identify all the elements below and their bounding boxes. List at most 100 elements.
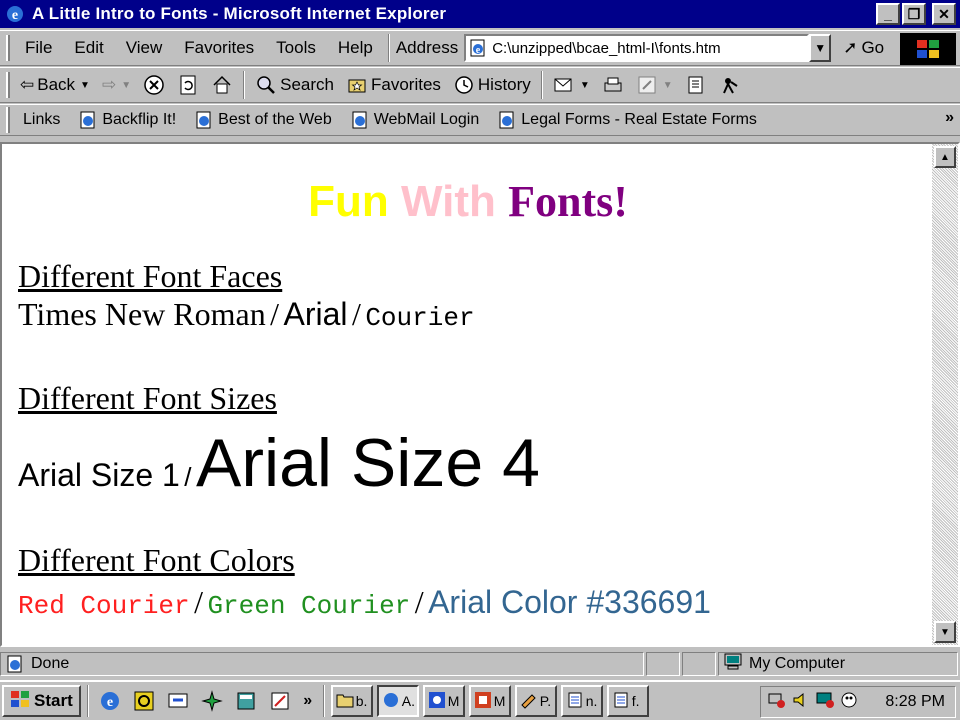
system-tray: 8:28 PM xyxy=(760,686,956,718)
minimize-button[interactable]: _ xyxy=(876,3,900,25)
svg-text:e: e xyxy=(476,45,481,56)
scroll-up-button[interactable]: ▲ xyxy=(934,146,956,168)
task-button-p[interactable]: P. xyxy=(514,685,557,717)
link-label: Backflip It! xyxy=(102,111,177,128)
menu-favorites[interactable]: Favorites xyxy=(173,38,265,58)
windows-flag-icon xyxy=(10,690,30,713)
notepad-icon xyxy=(566,691,584,712)
channel-quicklaunch-icon[interactable] xyxy=(199,688,225,714)
back-dropdown-icon[interactable]: ▼ xyxy=(80,80,90,91)
separator xyxy=(322,685,325,717)
link-label: Best of the Web xyxy=(218,111,332,128)
start-button[interactable]: Start xyxy=(2,685,81,717)
task-label: A. xyxy=(401,693,415,709)
section-title-sizes: Different Font Sizes xyxy=(18,380,277,416)
my-computer-icon xyxy=(723,653,743,676)
calculator-quicklaunch-icon[interactable] xyxy=(233,688,259,714)
back-label: Back xyxy=(37,75,76,94)
separator xyxy=(387,34,390,62)
clock[interactable]: 8:28 PM xyxy=(885,693,945,711)
address-dropdown-button[interactable]: ▼ xyxy=(809,34,832,62)
chevron-right-icon[interactable]: » xyxy=(945,109,954,127)
desktop-quicklaunch-icon[interactable] xyxy=(165,688,191,714)
menu-edit[interactable]: Edit xyxy=(63,38,114,58)
task-button-folder[interactable]: b. xyxy=(330,685,373,717)
menu-view[interactable]: View xyxy=(115,38,174,58)
start-label: Start xyxy=(34,691,73,710)
discuss-button[interactable] xyxy=(679,74,713,96)
links-label[interactable]: Links xyxy=(14,111,69,129)
toolbar-grip[interactable] xyxy=(6,35,10,61)
page-viewport: Fun With Fonts! Different Font Faces Tim… xyxy=(0,142,960,647)
windows-logo-icon xyxy=(900,33,956,65)
back-button[interactable]: ⇦ Back ▼ xyxy=(14,75,96,95)
window-controls: _ ❐ ✕ xyxy=(876,3,956,25)
forward-button[interactable]: ⇨ ▼ xyxy=(96,75,137,95)
menu-bar: File Edit View Favorites Tools Help Addr… xyxy=(0,30,960,66)
vertical-scrollbar[interactable]: ▲ ▼ xyxy=(932,144,958,645)
link-best-of-web[interactable]: Best of the Web xyxy=(185,110,341,130)
close-button[interactable]: ✕ xyxy=(932,3,956,25)
ie-icon xyxy=(382,691,400,712)
menu-tools[interactable]: Tools xyxy=(265,38,327,58)
ie-quicklaunch-icon[interactable]: e xyxy=(97,688,123,714)
home-button[interactable] xyxy=(205,74,239,96)
search-icon xyxy=(257,76,275,94)
stop-button[interactable] xyxy=(137,74,171,96)
forward-dropdown-icon[interactable]: ▼ xyxy=(121,80,131,91)
go-label: Go xyxy=(861,38,885,57)
address-label: Address xyxy=(395,38,459,57)
link-backflip[interactable]: Backflip It! xyxy=(69,110,185,130)
link-legal-forms[interactable]: Legal Forms - Real Estate Forms xyxy=(488,110,766,130)
mail-dropdown-icon[interactable]: ▼ xyxy=(580,80,590,91)
task-button-f[interactable]: f. xyxy=(606,685,649,717)
task-button-m1[interactable]: M xyxy=(422,685,465,717)
slash: / xyxy=(184,462,192,492)
refresh-button[interactable] xyxy=(171,74,205,96)
edit-button[interactable]: ▼ xyxy=(630,74,679,96)
task-button-m2[interactable]: M xyxy=(468,685,511,717)
search-button[interactable]: Search xyxy=(249,74,340,96)
title-bar[interactable]: e A Little Intro to Fonts - Microsoft In… xyxy=(0,0,960,28)
favorites-button[interactable]: Favorites xyxy=(340,74,447,96)
agent-tray-icon[interactable] xyxy=(839,690,859,715)
task-label: P. xyxy=(539,693,552,709)
forward-arrow-icon: ⇨ xyxy=(101,75,117,94)
font-colors-row: Red Courier / Green Courier / Arial Colo… xyxy=(18,584,711,621)
notepad-quicklaunch-icon[interactable] xyxy=(267,688,293,714)
sample-times: Times New Roman xyxy=(18,296,266,332)
menu-help[interactable]: Help xyxy=(327,38,384,58)
menu-file[interactable]: File xyxy=(14,38,63,58)
heading-with: With xyxy=(400,177,496,226)
sample-size-4: Arial Size 4 xyxy=(195,425,540,501)
network-tray-icon[interactable] xyxy=(767,690,787,715)
maximize-button[interactable]: ❐ xyxy=(902,3,926,25)
volume-tray-icon[interactable] xyxy=(791,690,811,715)
home-icon xyxy=(213,75,231,94)
history-button[interactable]: History xyxy=(447,74,537,96)
slash: / xyxy=(270,296,280,332)
monitor-tray-icon[interactable] xyxy=(815,690,835,715)
history-label: History xyxy=(477,75,531,94)
toolbar-grip[interactable] xyxy=(6,72,10,98)
powerpoint-icon xyxy=(474,691,492,712)
task-button-ie[interactable]: A. xyxy=(376,685,419,717)
task-label: b. xyxy=(355,693,368,709)
sample-size-1: Arial Size 1 xyxy=(18,457,180,493)
heading-fun: Fun xyxy=(308,177,389,226)
messenger-button[interactable] xyxy=(713,74,747,96)
quicklaunch-more-icon[interactable]: » xyxy=(301,688,315,714)
task-button-n[interactable]: n. xyxy=(560,685,603,717)
mail-button[interactable]: ▼ xyxy=(547,74,596,96)
status-text-cell: Done xyxy=(0,652,644,676)
go-button[interactable]: ➚ Go xyxy=(843,38,884,58)
link-webmail-login[interactable]: WebMail Login xyxy=(341,110,489,130)
scroll-down-button[interactable]: ▼ xyxy=(934,621,956,643)
outlook-quicklaunch-icon[interactable] xyxy=(131,688,157,714)
toolbar-grip[interactable] xyxy=(6,107,10,133)
address-input[interactable]: e C:\unzipped\bcae_html-I\fonts.htm xyxy=(464,34,810,62)
section-title-faces: Different Font Faces xyxy=(18,258,283,294)
section-title-colors: Different Font Colors xyxy=(18,542,295,578)
print-button[interactable] xyxy=(596,74,630,96)
edit-dropdown-icon[interactable]: ▼ xyxy=(663,80,673,91)
